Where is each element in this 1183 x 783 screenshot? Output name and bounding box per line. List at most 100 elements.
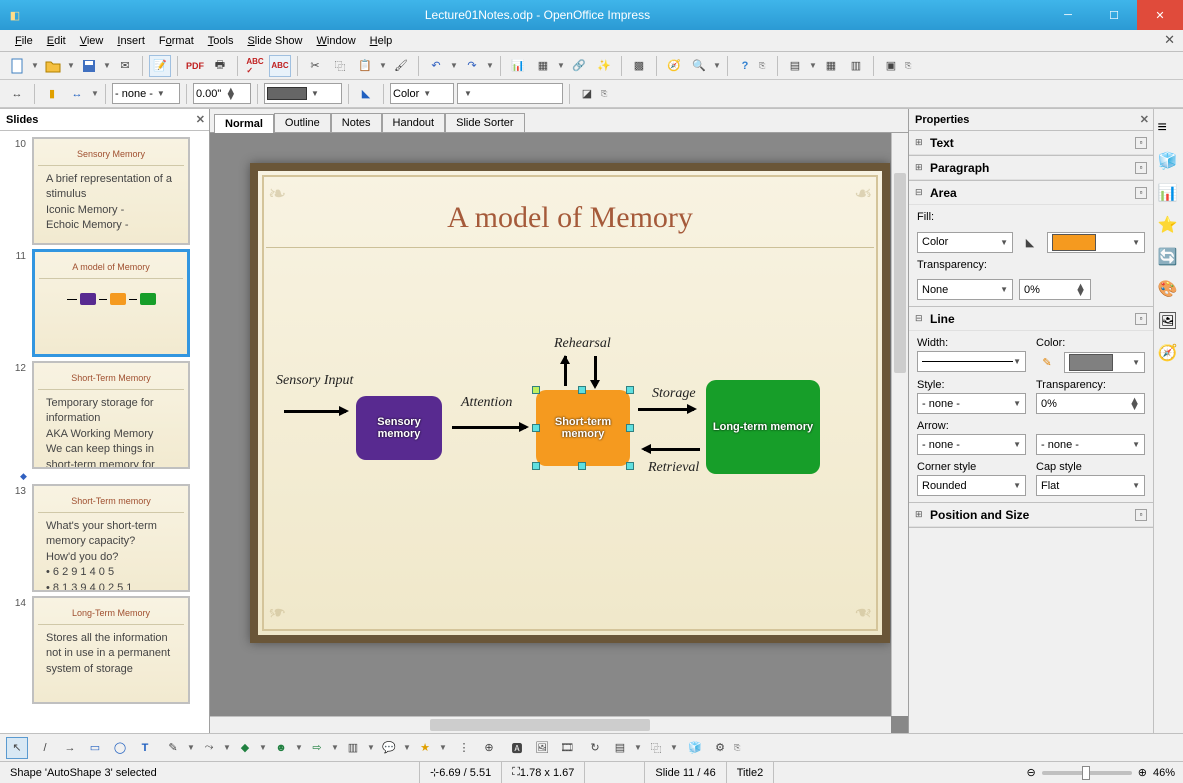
menu-help[interactable]: Help: [363, 33, 400, 49]
close-doc-button[interactable]: ✕: [1164, 32, 1175, 48]
arrow-start-combo[interactable]: - none -▼: [917, 434, 1026, 455]
line-color-combo[interactable]: ▼: [264, 83, 342, 104]
points-tool[interactable]: ⋮: [453, 737, 475, 759]
menu-window[interactable]: Window: [310, 33, 363, 49]
line-arrow-button[interactable]: ↔: [66, 83, 88, 105]
navigator-icon[interactable]: 🧭: [1158, 343, 1180, 365]
slide-transition-icon[interactable]: 🔄: [1158, 247, 1180, 269]
paste-button[interactable]: 📋: [354, 55, 376, 77]
box-long-term[interactable]: Long-term memory: [706, 380, 820, 474]
symbol-shapes-tool[interactable]: ☻: [270, 737, 292, 759]
line-style-combo[interactable]: - none -▼: [112, 83, 180, 104]
menu-tools[interactable]: Tools: [201, 33, 241, 49]
extrusion-tool[interactable]: 🧊: [684, 737, 706, 759]
close-button[interactable]: ✕: [1137, 0, 1183, 30]
align-tool[interactable]: ▤: [609, 737, 631, 759]
sidebar-menu-icon[interactable]: ≡: [1158, 119, 1180, 141]
label-attention[interactable]: Attention: [461, 395, 512, 411]
zoom-in-icon[interactable]: ⊕: [1138, 766, 1147, 779]
box-short-term[interactable]: Short-term memory: [536, 390, 630, 466]
ellipse-tool[interactable]: ◯: [109, 737, 131, 759]
shadow-button[interactable]: ◪: [576, 83, 598, 105]
rect-tool[interactable]: ▭: [84, 737, 106, 759]
tab-handout[interactable]: Handout: [382, 113, 446, 132]
menu-view[interactable]: View: [73, 33, 111, 49]
label-retrieval[interactable]: Retrieval: [648, 460, 699, 476]
animation-button[interactable]: ✨: [593, 55, 615, 77]
arrow-attention[interactable]: [452, 426, 526, 429]
fill-bucket-icon[interactable]: ◣: [1019, 231, 1041, 253]
arrows-tool[interactable]: ⇨: [306, 737, 328, 759]
corner-style-combo[interactable]: Rounded▼: [917, 475, 1026, 496]
zoom-slider[interactable]: [1042, 771, 1132, 775]
label-storage[interactable]: Storage: [652, 386, 696, 402]
master-pages-icon[interactable]: 📊: [1158, 183, 1180, 205]
tab-slide-sorter[interactable]: Slide Sorter: [445, 113, 524, 132]
copy-button[interactable]: ⿻: [329, 55, 351, 77]
presentation-button[interactable]: ▣: [880, 55, 902, 77]
menu-format[interactable]: Format: [152, 33, 201, 49]
line-width-combo[interactable]: ▼: [917, 351, 1026, 372]
properties-close[interactable]: ✕: [1140, 113, 1149, 126]
rotate-tool[interactable]: ↻: [584, 737, 606, 759]
slide-thumb-11[interactable]: 11 A model of Memory: [0, 247, 209, 359]
section-position-size[interactable]: ⊞Position and Size▫: [909, 503, 1153, 528]
zoom-control[interactable]: ⊖ ⊕ 46%: [1019, 766, 1183, 779]
tab-outline[interactable]: Outline: [274, 113, 331, 132]
edit-file-button[interactable]: 📝: [149, 55, 171, 77]
fill-bucket-button[interactable]: ◣: [355, 83, 377, 105]
vertical-scrollbar[interactable]: [891, 133, 908, 716]
slide-layout-button[interactable]: ▥: [845, 55, 867, 77]
redo-button[interactable]: ↷: [461, 55, 483, 77]
zoom-value[interactable]: 46%: [1153, 767, 1175, 779]
label-sensory-input[interactable]: Sensory Input: [276, 373, 353, 389]
hyperlink-button[interactable]: 🔗: [568, 55, 590, 77]
help-button[interactable]: ?: [734, 55, 756, 77]
basic-shapes-tool[interactable]: ◆: [234, 737, 256, 759]
menu-file[interactable]: File: [8, 33, 40, 49]
star-tool[interactable]: ★: [414, 737, 436, 759]
transparency-spinner[interactable]: 0%▲▼: [1019, 279, 1091, 300]
slide-thumb-13[interactable]: 13 Short-Term memoryWhat's your short-te…: [0, 482, 209, 594]
tab-notes[interactable]: Notes: [331, 113, 382, 132]
styles-icon[interactable]: 🎨: [1158, 279, 1180, 301]
section-text[interactable]: ⊞Text▫: [909, 131, 1153, 156]
format-paintbrush-button[interactable]: 🖌: [390, 55, 412, 77]
callout-tool[interactable]: 💬: [378, 737, 400, 759]
gallery-tool[interactable]: 🎞: [556, 737, 578, 759]
fontwork-tool[interactable]: 🅰: [506, 737, 528, 759]
navigator-button[interactable]: 🧭: [663, 55, 685, 77]
arrow-styles-button[interactable]: ↔: [6, 83, 28, 105]
open-button[interactable]: [42, 55, 64, 77]
autospell-button[interactable]: ABC: [269, 55, 291, 77]
text-tool[interactable]: T: [134, 737, 156, 759]
horizontal-scrollbar[interactable]: [210, 716, 891, 733]
arrow-tool[interactable]: →: [59, 737, 81, 759]
slides-panel-close[interactable]: ✕: [196, 113, 205, 126]
cap-style-combo[interactable]: Flat▼: [1036, 475, 1145, 496]
transparency-type-combo[interactable]: None▼: [917, 279, 1013, 300]
line-transparency-spinner[interactable]: 0%▲▼: [1036, 393, 1145, 414]
slide-thumb-12[interactable]: 12 Short-Term MemoryTemporary storage fo…: [0, 359, 209, 471]
menu-insert[interactable]: Insert: [110, 33, 152, 49]
fill-color-combo[interactable]: ▼: [457, 83, 563, 104]
arrow-storage[interactable]: [638, 408, 694, 411]
gallery-icon[interactable]: 🖼: [1158, 311, 1180, 333]
slide-design-button[interactable]: ▦: [820, 55, 842, 77]
email-button[interactable]: ✉: [114, 55, 136, 77]
new-button[interactable]: [6, 55, 28, 77]
line-style-combo[interactable]: - none -▼: [917, 393, 1026, 414]
arrange-tool[interactable]: ⿻: [645, 737, 667, 759]
section-paragraph[interactable]: ⊞Paragraph▫: [909, 156, 1153, 181]
fill-type-combo[interactable]: Color▼: [390, 83, 454, 104]
minimize-button[interactable]: ─: [1045, 0, 1091, 30]
menu-slideshow[interactable]: Slide Show: [240, 33, 309, 49]
slide-canvas[interactable]: ❧ ❧ ❧ ❧ A model of Memory Sensory Input …: [210, 133, 908, 733]
slide-title[interactable]: A model of Memory: [266, 179, 874, 248]
arrow-end-combo[interactable]: - none -▼: [1036, 434, 1145, 455]
curve-tool[interactable]: ✎: [162, 737, 184, 759]
zoom-out-icon[interactable]: ⊖: [1027, 766, 1036, 779]
cut-button[interactable]: ✂: [304, 55, 326, 77]
custom-animation-icon[interactable]: ⭐: [1158, 215, 1180, 237]
arrow-input[interactable]: [284, 410, 346, 413]
